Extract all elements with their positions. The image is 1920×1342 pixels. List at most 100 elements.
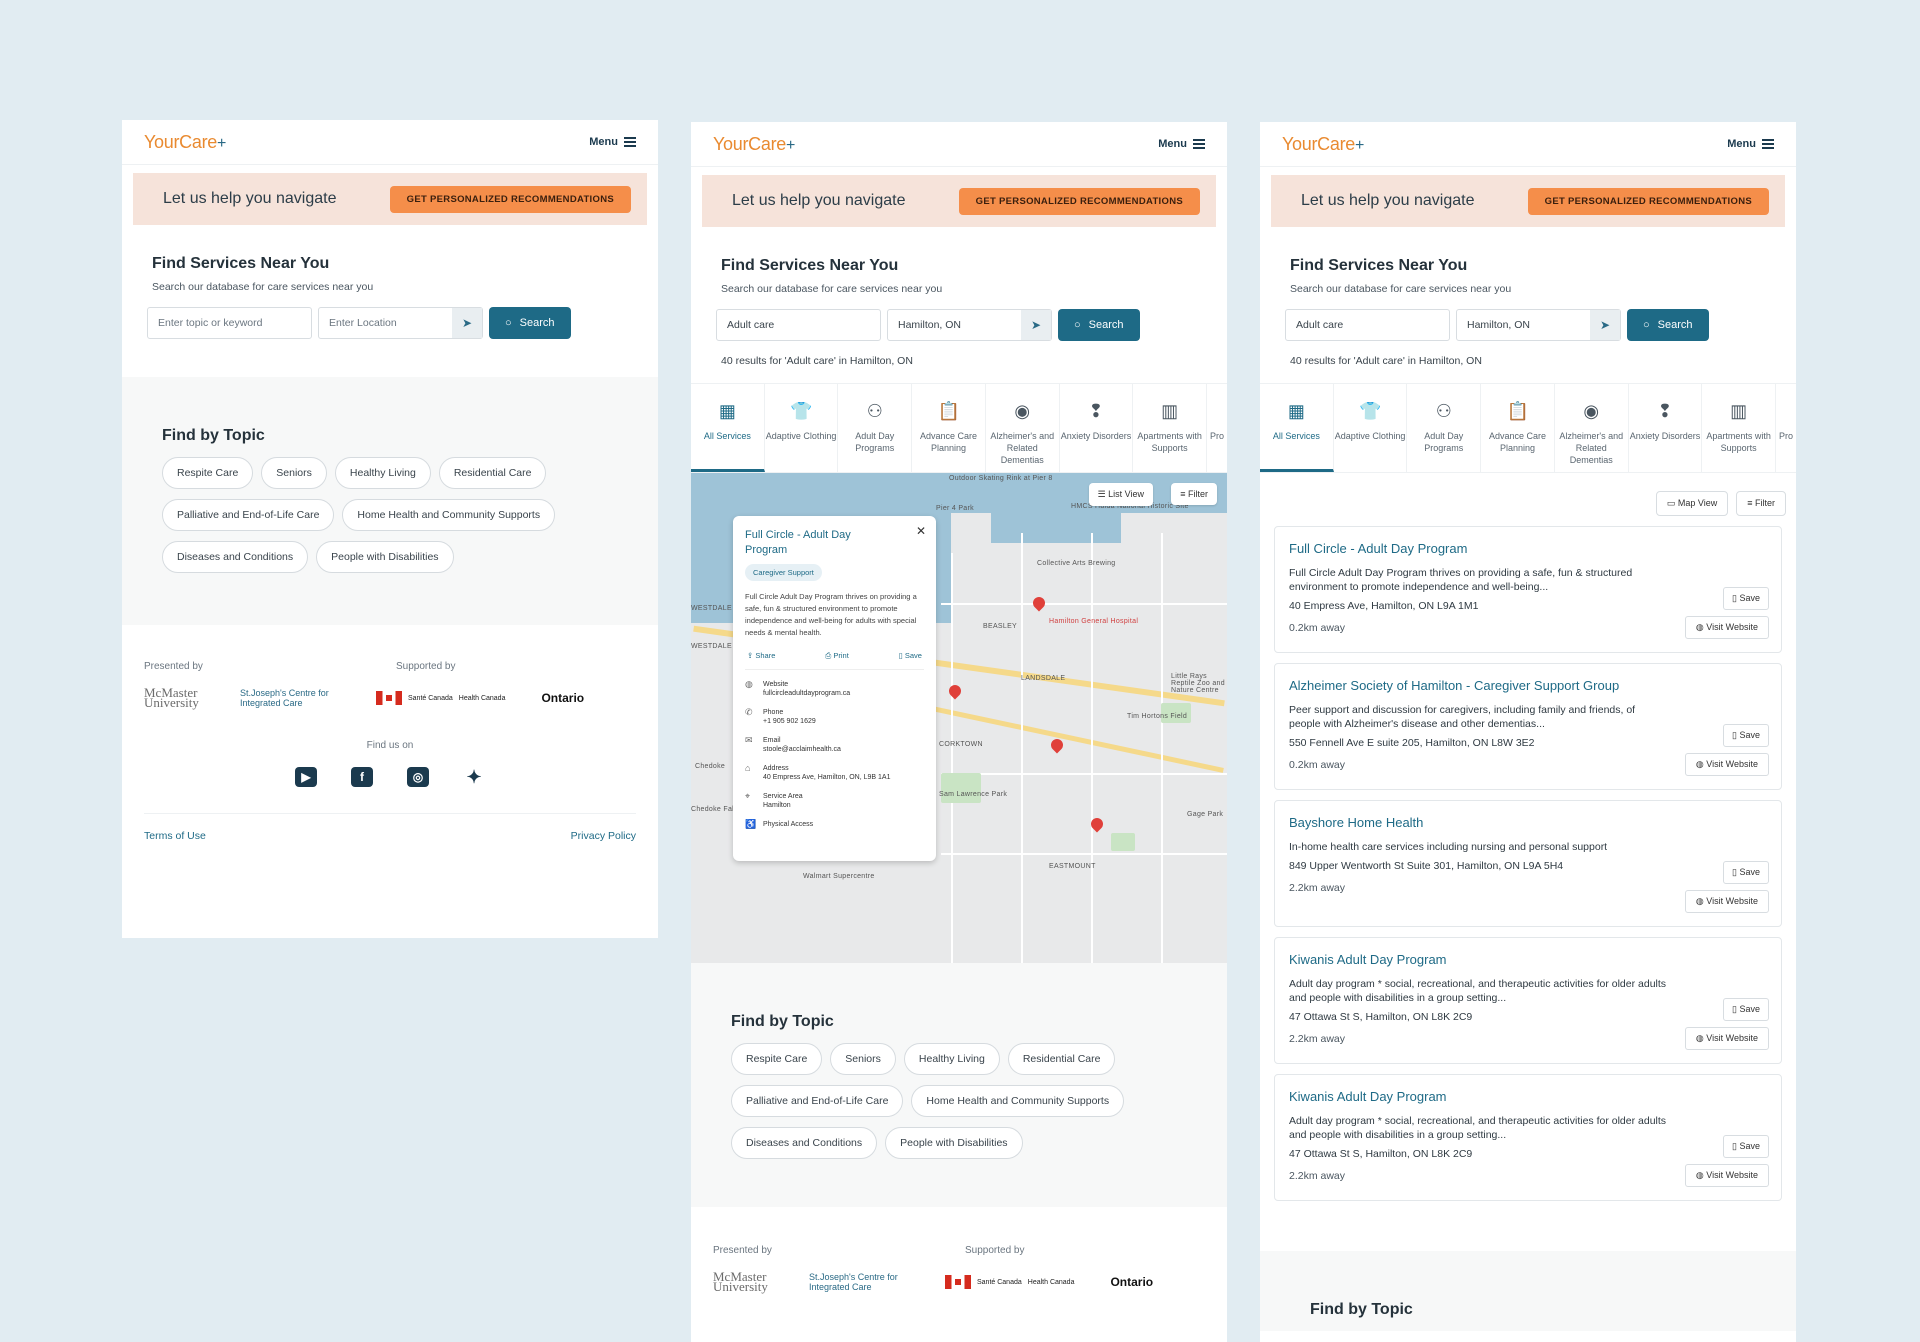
tab-alzheimer-s-and-related-dementias[interactable]: ◉ Alzheimer's and Related Dementias: [986, 384, 1060, 472]
print-button[interactable]: ⎙ Print: [825, 651, 849, 661]
search-icon: ○: [1074, 319, 1081, 331]
tab-advance-care-planning[interactable]: 📋 Advance Care Planning: [1481, 384, 1555, 472]
result-title[interactable]: Kiwanis Adult Day Program: [1289, 952, 1767, 967]
visit-website-button[interactable]: ◍ Visit Website: [1684, 616, 1769, 639]
website-link[interactable]: fullcircleadultdayprogram.ca: [763, 689, 850, 698]
tab-label: Advance Care Planning: [919, 431, 978, 453]
save-button[interactable]: ▯ Save: [1723, 861, 1769, 884]
list-filter-button[interactable]: ≡ Filter: [1736, 491, 1786, 516]
phone-link[interactable]: +1 905 902 1629: [763, 717, 816, 726]
instagram-icon[interactable]: ◎: [407, 767, 429, 787]
tab-all-services[interactable]: ▦ All Services: [691, 384, 765, 472]
save-button[interactable]: ▯ Save: [1723, 587, 1769, 610]
tab-adaptive-clothing[interactable]: 👕 Adaptive Clothing: [765, 384, 839, 472]
results-map[interactable]: Outdoor Skating Rink at Pier 8 Pier 4 Pa…: [691, 473, 1227, 963]
visit-website-button[interactable]: ◍ Visit Website: [1684, 753, 1769, 776]
topic-chip[interactable]: People with Disabilities: [885, 1127, 1023, 1159]
terms-link[interactable]: Terms of Use: [144, 830, 206, 842]
recommendations-button[interactable]: GET PERSONALIZED RECOMMENDATIONS: [958, 187, 1200, 215]
locate-arrow-icon[interactable]: ➤: [452, 308, 482, 338]
topic-chip[interactable]: Palliative and End-of-Life Care: [162, 499, 335, 531]
locate-arrow-icon[interactable]: ➤: [1021, 310, 1051, 340]
tab-adaptive-clothing[interactable]: 👕 Adaptive Clothing: [1334, 384, 1408, 472]
close-icon[interactable]: ✕: [916, 524, 926, 538]
yourcare-logo[interactable]: YourCare+: [713, 134, 795, 155]
visit-website-button[interactable]: ◍ Visit Website: [1684, 1164, 1769, 1187]
topic-input[interactable]: Adult care: [1285, 309, 1450, 341]
twitter-icon[interactable]: ✦: [463, 767, 485, 787]
tab-apartments-with-supports[interactable]: ▥ Apartments with Supports: [1702, 384, 1777, 472]
topic-chip[interactable]: Healthy Living: [903, 1043, 1000, 1075]
email-link[interactable]: stoole@acclaimhealth.ca: [763, 745, 841, 754]
save-button[interactable]: ▯ Save: [1723, 1135, 1769, 1158]
topic-chip[interactable]: People with Disabilities: [316, 541, 454, 573]
menu-button[interactable]: Menu: [589, 136, 636, 148]
topic-chip[interactable]: Residential Care: [1007, 1043, 1116, 1075]
share-button[interactable]: ⇪ Share: [747, 651, 775, 661]
yourcare-logo[interactable]: YourCare+: [1282, 134, 1364, 155]
topic-chip[interactable]: Seniors: [261, 457, 327, 489]
menu-button[interactable]: Menu: [1158, 138, 1205, 150]
tab-apartments-with-supports[interactable]: ▥ Apartments with Supports: [1133, 384, 1208, 472]
result-title[interactable]: Bayshore Home Health: [1289, 815, 1767, 830]
navigate-banner: Let us help you navigate GET PERSONALIZE…: [702, 175, 1216, 227]
topic-chip[interactable]: Home Health and Community Supports: [342, 499, 556, 531]
topic-chip[interactable]: Diseases and Conditions: [162, 541, 309, 573]
recommendations-button[interactable]: GET PERSONALIZED RECOMMENDATIONS: [389, 185, 631, 213]
topic-chip[interactable]: Diseases and Conditions: [731, 1127, 878, 1159]
location-input[interactable]: Enter Location ➤: [318, 307, 483, 339]
map-pin[interactable]: [946, 682, 964, 700]
tab-anxiety-disorders[interactable]: ❢ Anxiety Disorders: [1629, 384, 1703, 472]
result-title[interactable]: Full Circle - Adult Day Program: [1289, 541, 1767, 556]
topic-chip[interactable]: Home Health and Community Supports: [911, 1085, 1125, 1117]
facebook-icon[interactable]: f: [351, 767, 373, 787]
tab-all-services[interactable]: ▦ All Services: [1260, 384, 1334, 472]
tab-adult-day-programs[interactable]: ⚇ Adult Day Programs: [1407, 384, 1482, 472]
topic-chip[interactable]: Healthy Living: [334, 457, 431, 489]
privacy-link[interactable]: Privacy Policy: [571, 830, 636, 842]
tab-pro[interactable]: Pro: [1776, 384, 1796, 472]
topic-input[interactable]: Enter topic or keyword: [147, 307, 312, 339]
tab-advance-care-planning[interactable]: 📋 Advance Care Planning: [912, 384, 986, 472]
yourcare-logo[interactable]: YourCare+: [144, 132, 226, 153]
search-button[interactable]: ○ Search: [1627, 309, 1709, 341]
topic-chip[interactable]: Palliative and End-of-Life Care: [731, 1085, 904, 1117]
footer: Presented by Supported by McMaster Univer…: [691, 1207, 1227, 1293]
list-view-button[interactable]: ☰ List View: [1088, 483, 1153, 506]
map-label: EASTMOUNT: [1049, 863, 1096, 870]
save-button[interactable]: ▯ Save: [1723, 998, 1769, 1021]
topic-chip[interactable]: Respite Care: [731, 1043, 823, 1075]
tab-adult-day-programs[interactable]: ⚇ Adult Day Programs: [838, 384, 913, 472]
map-pin[interactable]: [1030, 594, 1048, 612]
map-label: LANDSDALE: [1021, 675, 1066, 682]
tab-alzheimer-s-and-related-dementias[interactable]: ◉ Alzheimer's and Related Dementias: [1555, 384, 1629, 472]
topic-input[interactable]: Adult care: [716, 309, 881, 341]
youtube-icon[interactable]: ▶: [295, 767, 317, 787]
search-button[interactable]: ○ Search: [489, 307, 571, 339]
recommendations-button[interactable]: GET PERSONALIZED RECOMMENDATIONS: [1527, 187, 1769, 215]
result-title[interactable]: Kiwanis Adult Day Program: [1289, 1089, 1767, 1104]
map-filter-button[interactable]: ≡ Filter: [1171, 483, 1217, 505]
location-input[interactable]: Hamilton, ON ➤: [1456, 309, 1621, 341]
tab-pro[interactable]: Pro: [1207, 384, 1227, 472]
topic-chip[interactable]: Seniors: [830, 1043, 896, 1075]
topic-chip[interactable]: Residential Care: [438, 457, 547, 489]
find-title: Find Services Near You: [721, 257, 899, 274]
result-title[interactable]: Alzheimer Society of Hamilton - Caregive…: [1289, 678, 1767, 693]
results-count: 40 results for 'Adult care' in Hamilton,…: [1290, 355, 1482, 367]
head-alert-icon: ❢: [1657, 401, 1673, 421]
header: YourCare+ Menu: [122, 120, 658, 165]
popup-title[interactable]: Full Circle - Adult Day Program: [745, 528, 875, 558]
map-view-button[interactable]: ▭ Map View: [1655, 491, 1729, 516]
save-button[interactable]: ▯ Save: [899, 651, 922, 661]
tab-anxiety-disorders[interactable]: ❢ Anxiety Disorders: [1060, 384, 1134, 472]
search-button[interactable]: ○ Search: [1058, 309, 1140, 341]
locate-arrow-icon[interactable]: ➤: [1590, 310, 1620, 340]
menu-button[interactable]: Menu: [1727, 138, 1774, 150]
topic-chip[interactable]: Respite Care: [162, 457, 254, 489]
visit-website-button[interactable]: ◍ Visit Website: [1684, 890, 1769, 913]
result-address: 47 Ottawa St S, Hamilton, ON L8K 2C9: [1289, 1011, 1473, 1023]
location-input[interactable]: Hamilton, ON ➤: [887, 309, 1052, 341]
visit-website-button[interactable]: ◍ Visit Website: [1684, 1027, 1769, 1050]
save-button[interactable]: ▯ Save: [1723, 724, 1769, 747]
